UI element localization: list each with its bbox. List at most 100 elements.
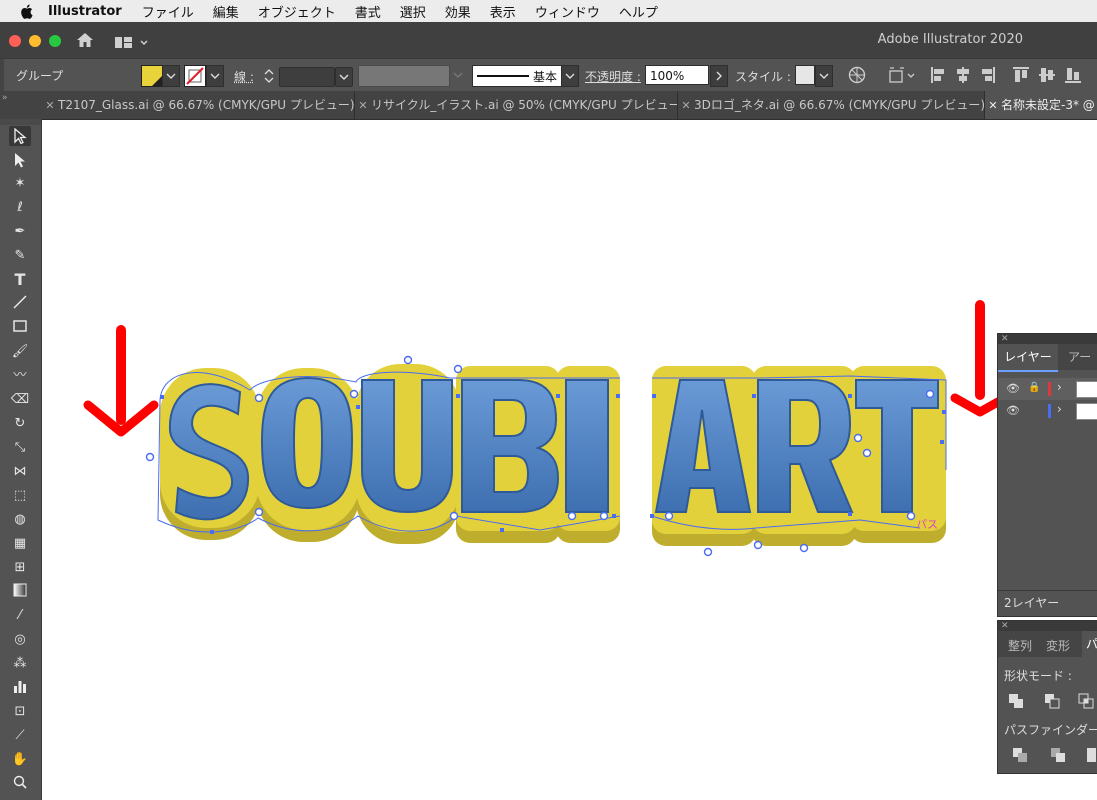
- graphic-style-swatch[interactable]: [795, 65, 815, 85]
- shaper-tool-icon[interactable]: 〰: [9, 366, 31, 386]
- artboard-canvas[interactable]: パス: [42, 120, 1097, 800]
- align-bottom-icon[interactable]: [1064, 66, 1082, 87]
- curvature-tool-icon[interactable]: ✎: [9, 246, 31, 266]
- isolate-group-icon[interactable]: [888, 66, 916, 87]
- tab-artboards[interactable]: アート: [1068, 344, 1097, 390]
- tab-recycle-illust[interactable]: ✕ リサイクル_イラスト.ai @ 50% (CMYK/GPU プレビュー): [355, 91, 678, 119]
- eye-icon[interactable]: 👁: [1006, 404, 1020, 417]
- stroke-weight-dropdown[interactable]: [335, 67, 353, 87]
- stroke-color-swatch[interactable]: [184, 65, 206, 87]
- align-left-icon[interactable]: [930, 66, 946, 87]
- unite-icon[interactable]: [1008, 693, 1024, 712]
- tab-layers[interactable]: レイヤー: [998, 344, 1058, 372]
- opacity-label[interactable]: 不透明度 :: [585, 68, 641, 85]
- divide-icon[interactable]: [1012, 747, 1028, 766]
- opacity-input[interactable]: 100%: [645, 65, 709, 85]
- fill-dropdown[interactable]: [162, 65, 180, 87]
- free-transform-tool-icon[interactable]: ⬚: [9, 486, 31, 506]
- tab-close-icon[interactable]: ✕: [985, 92, 1001, 119]
- variable-width-profile[interactable]: [358, 65, 450, 87]
- menu-select[interactable]: 選択: [400, 2, 426, 21]
- tab-close-icon[interactable]: ✕: [678, 92, 694, 119]
- tab-pathfinder[interactable]: パ: [1082, 631, 1097, 657]
- menu-help[interactable]: ヘルプ: [619, 2, 658, 21]
- scale-tool-icon[interactable]: ⤡: [9, 438, 31, 458]
- app-menu[interactable]: Illustrator: [48, 4, 122, 19]
- align-horizontal-center-icon[interactable]: [955, 66, 971, 87]
- gradient-tool-icon[interactable]: [9, 582, 31, 602]
- tab-3d-logo[interactable]: ✕ 3Dロゴ_ネタ.ai @ 66.67% (CMYK/GPU プレビュー): [678, 91, 985, 119]
- tab-t2107-glass[interactable]: ✕ T2107_Glass.ai @ 66.67% (CMYK/GPU プレビュー…: [42, 91, 355, 119]
- control-bar-grip[interactable]: [0, 59, 4, 91]
- panel-close-icon[interactable]: ✕: [998, 621, 1097, 631]
- symbol-sprayer-tool-icon[interactable]: ⁂: [9, 654, 31, 674]
- menu-view[interactable]: 表示: [490, 2, 516, 21]
- stroke-weight-input[interactable]: [279, 67, 335, 87]
- expand-chevron-icon[interactable]: ›: [1057, 380, 1062, 394]
- panel-close-icon[interactable]: ✕: [998, 334, 1097, 344]
- menu-edit[interactable]: 編集: [213, 2, 239, 21]
- home-icon[interactable]: [76, 32, 94, 52]
- tools-panel-grip[interactable]: [0, 119, 41, 125]
- artboard-tool-icon[interactable]: ⊡: [9, 702, 31, 722]
- mesh-tool-icon[interactable]: ⊞: [9, 558, 31, 578]
- slice-tool-icon[interactable]: ⟋: [9, 726, 31, 746]
- paintbrush-tool-icon[interactable]: 🖌: [9, 342, 31, 362]
- selection-tool-icon[interactable]: [9, 126, 31, 146]
- opacity-slider-button[interactable]: [710, 65, 728, 87]
- type-tool-icon[interactable]: T: [9, 270, 31, 290]
- menu-object[interactable]: オブジェクト: [258, 2, 336, 21]
- align-top-icon[interactable]: [1012, 66, 1030, 87]
- magic-wand-tool-icon[interactable]: ✶: [9, 174, 31, 194]
- rotate-tool-icon[interactable]: ↻: [9, 414, 31, 434]
- expand-chevron-icon[interactable]: ›: [1057, 402, 1062, 416]
- menu-window[interactable]: ウィンドウ: [535, 2, 600, 21]
- width-tool-icon[interactable]: ⋈: [9, 462, 31, 482]
- variable-width-dropdown[interactable]: [450, 65, 466, 85]
- workspace-switcher-icon[interactable]: [115, 34, 149, 53]
- align-right-icon[interactable]: [980, 66, 996, 87]
- panel-collapse-icon[interactable]: »: [2, 93, 8, 103]
- tab-align[interactable]: 整列: [1008, 637, 1032, 654]
- graphic-style-dropdown[interactable]: [815, 65, 833, 87]
- lasso-tool-icon[interactable]: ℓ: [9, 198, 31, 218]
- menu-type[interactable]: 書式: [355, 2, 381, 21]
- zoom-tool-icon[interactable]: [9, 774, 31, 794]
- rectangle-tool-icon[interactable]: [9, 318, 31, 338]
- fill-color-swatch[interactable]: [141, 65, 163, 87]
- minus-front-icon[interactable]: [1044, 693, 1060, 712]
- intersect-icon[interactable]: [1078, 693, 1094, 712]
- eyedropper-tool-icon[interactable]: ⁄: [9, 606, 31, 626]
- pen-tool-icon[interactable]: ✒: [9, 222, 31, 242]
- tab-close-icon[interactable]: ✕: [355, 92, 371, 119]
- eraser-tool-icon[interactable]: ⌫: [9, 390, 31, 410]
- minimize-window-button[interactable]: [29, 35, 41, 47]
- zoom-window-button[interactable]: [49, 35, 61, 47]
- perspective-grid-tool-icon[interactable]: ▦: [9, 534, 31, 554]
- column-graph-tool-icon[interactable]: [9, 678, 31, 698]
- menu-effect[interactable]: 効果: [445, 2, 471, 21]
- merge-icon[interactable]: [1086, 747, 1097, 766]
- menu-file[interactable]: ファイル: [142, 2, 194, 21]
- tab-untitled-3[interactable]: ✕ 名称未設定-3* @: [985, 91, 1097, 119]
- hand-tool-icon[interactable]: ✋: [9, 750, 31, 770]
- align-vertical-center-icon[interactable]: [1038, 66, 1056, 87]
- close-window-button[interactable]: [9, 35, 21, 47]
- stroke-dropdown[interactable]: [206, 65, 224, 87]
- apple-menu-icon[interactable]: [20, 4, 34, 19]
- tab-transform[interactable]: 変形: [1046, 637, 1070, 654]
- direct-selection-tool-icon[interactable]: [9, 150, 31, 170]
- eye-icon[interactable]: 👁: [1006, 382, 1020, 395]
- brush-definition-dropdown[interactable]: [561, 65, 579, 87]
- shape-builder-tool-icon[interactable]: ◍: [9, 510, 31, 530]
- stroke-weight-stepper[interactable]: [262, 67, 276, 85]
- line-tool-icon[interactable]: [9, 294, 31, 314]
- layer-row-2[interactable]: 👁 ›: [998, 400, 1097, 422]
- tab-close-icon[interactable]: ✕: [42, 92, 58, 119]
- brush-definition[interactable]: 基本: [472, 65, 562, 87]
- lock-icon[interactable]: 🔒: [1028, 382, 1040, 393]
- recolor-artwork-icon[interactable]: [848, 66, 866, 87]
- layer-row-1[interactable]: 👁 🔒 ›: [998, 378, 1097, 400]
- blend-tool-icon[interactable]: ◎: [9, 630, 31, 650]
- trim-icon[interactable]: [1050, 747, 1066, 766]
